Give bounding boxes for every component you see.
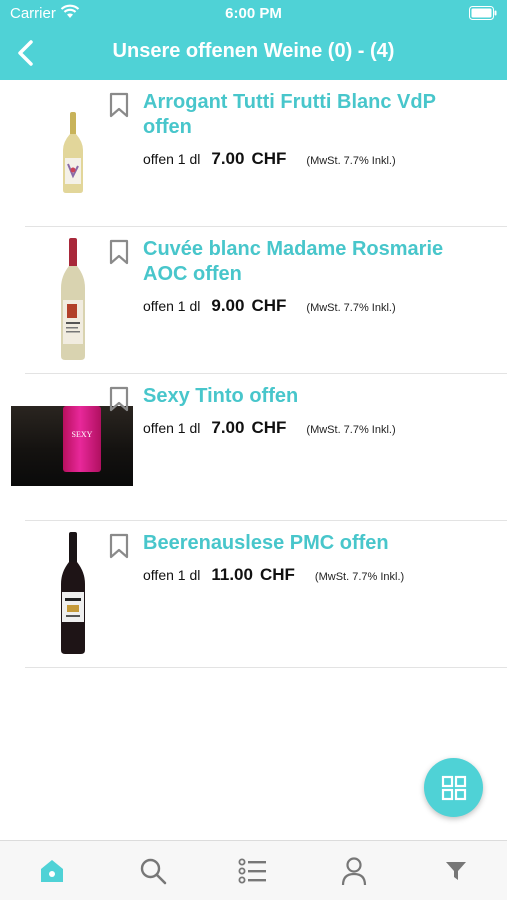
wine-image: SEXY: [11, 406, 133, 486]
back-button[interactable]: [10, 38, 40, 68]
currency-label: CHF: [259, 565, 295, 584]
price-line: offen 1 dl 11.00 CHF (MwSt. 7.7% Inkl.): [143, 565, 404, 585]
vat-note: (MwSt. 7.7% Inkl.): [314, 571, 405, 583]
list-item[interactable]: Cuvée blanc Madame Rosmarie AOC offen of…: [25, 227, 507, 374]
price-value: 9.00: [211, 296, 245, 315]
user-icon: [341, 857, 367, 886]
unit-label: offen 1 dl: [143, 298, 201, 314]
vat-note: (MwSt. 7.7% Inkl.): [306, 424, 396, 436]
vat-note: (MwSt. 7.7% Inkl.): [306, 155, 396, 167]
price-line: offen 1 dl 7.00 CHF (MwSt. 7.7% Inkl.): [143, 418, 396, 438]
wine-bottle-icon: [63, 112, 83, 193]
bookmark-icon[interactable]: [109, 386, 129, 417]
currency-label: CHF: [251, 296, 287, 315]
filter-icon: [446, 862, 466, 880]
wine-bottle-icon: [61, 532, 85, 654]
grid-view-button[interactable]: [424, 758, 483, 817]
tab-search[interactable]: [123, 841, 183, 900]
status-bar: Carrier 6:00 PM: [0, 0, 507, 28]
price-value: 7.00: [211, 418, 245, 437]
unit-label: offen 1 dl: [143, 151, 201, 167]
wine-name[interactable]: Sexy Tinto offen: [143, 384, 483, 409]
price-line: offen 1 dl 7.00 CHF (MwSt. 7.7% Inkl.): [143, 149, 396, 169]
vat-note: (MwSt. 7.7% Inkl.): [306, 302, 396, 314]
page-title: Unsere offenen Weine (0) - (4): [112, 40, 395, 62]
list-item[interactable]: SEXY Sexy Tinto offen offen 1 dl 7.00 CH…: [11, 374, 507, 521]
tab-bar: [0, 840, 507, 900]
wine-name[interactable]: Arrogant Tutti Frutti Blanc VdP offen: [143, 90, 483, 140]
pink-can: SEXY: [63, 406, 101, 472]
price-line: offen 1 dl 9.00 CHF (MwSt. 7.7% Inkl.): [143, 296, 396, 316]
wine-image: [25, 521, 121, 667]
bookmark-icon[interactable]: [109, 239, 129, 270]
tab-list[interactable]: [223, 841, 283, 900]
list-item[interactable]: Arrogant Tutti Frutti Blanc VdP offen of…: [25, 80, 507, 227]
currency-label: CHF: [251, 149, 287, 168]
wine-image: [25, 80, 121, 226]
bookmark-icon[interactable]: [109, 92, 129, 123]
price-value: 11.00: [211, 565, 253, 584]
tab-profile[interactable]: [324, 841, 384, 900]
wine-image: [25, 227, 121, 373]
currency-label: CHF: [251, 418, 287, 437]
app-header: Carrier 6:00 PM Unsere offenen Weine (0)…: [0, 0, 507, 80]
price-value: 7.00: [211, 149, 245, 168]
battery-icon: [469, 6, 497, 24]
search-icon: [140, 858, 167, 885]
wine-bottle-icon: [61, 238, 85, 360]
wine-name[interactable]: Cuvée blanc Madame Rosmarie AOC offen: [143, 237, 483, 287]
status-time: 6:00 PM: [225, 5, 282, 22]
home-icon: [41, 860, 63, 882]
can-label: SEXY: [71, 430, 93, 439]
tab-home[interactable]: [22, 841, 82, 900]
unit-label: offen 1 dl: [143, 567, 201, 583]
tab-filter[interactable]: [426, 841, 486, 900]
chevron-left-icon: [18, 40, 33, 66]
bookmark-icon[interactable]: [109, 533, 129, 564]
wine-name[interactable]: Beerenauslese PMC offen: [143, 531, 483, 556]
grid-icon: [441, 775, 466, 800]
wine-list: Arrogant Tutti Frutti Blanc VdP offen of…: [0, 80, 507, 668]
list-item[interactable]: Beerenauslese PMC offen offen 1 dl 11.00…: [25, 521, 507, 668]
unit-label: offen 1 dl: [143, 420, 201, 436]
list-icon: [238, 858, 266, 884]
